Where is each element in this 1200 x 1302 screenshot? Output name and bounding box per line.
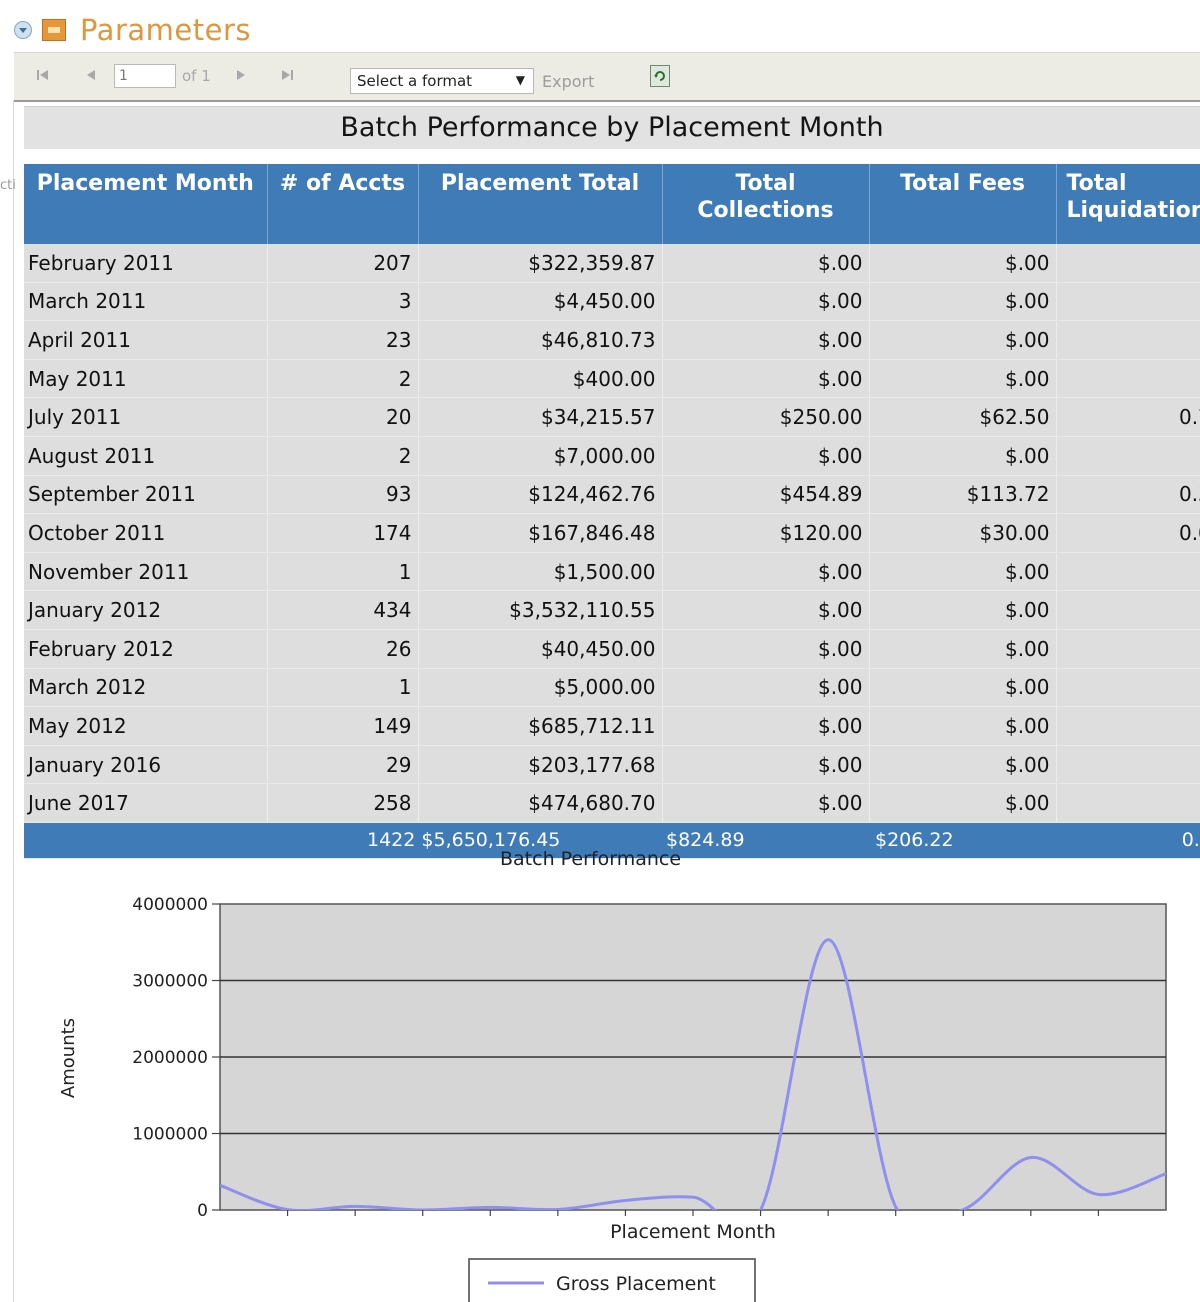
legend-label: Gross Placement <box>556 1273 716 1295</box>
y-tick-label: 3000000 <box>132 972 208 992</box>
y-tick-label: 1000000 <box>132 1125 208 1145</box>
y-tick-label: 4000000 <box>132 895 208 915</box>
batch-performance-chart: 4000000 3000000 2000000 1000000 0 Placement M… <box>58 895 1167 1302</box>
y-tick-label: 2000000 <box>132 1048 208 1068</box>
y-tick-label: 0 <box>197 1201 208 1221</box>
y-axis-label: Amounts <box>58 1018 79 1098</box>
x-axis-label: Placement Month <box>610 1221 776 1243</box>
